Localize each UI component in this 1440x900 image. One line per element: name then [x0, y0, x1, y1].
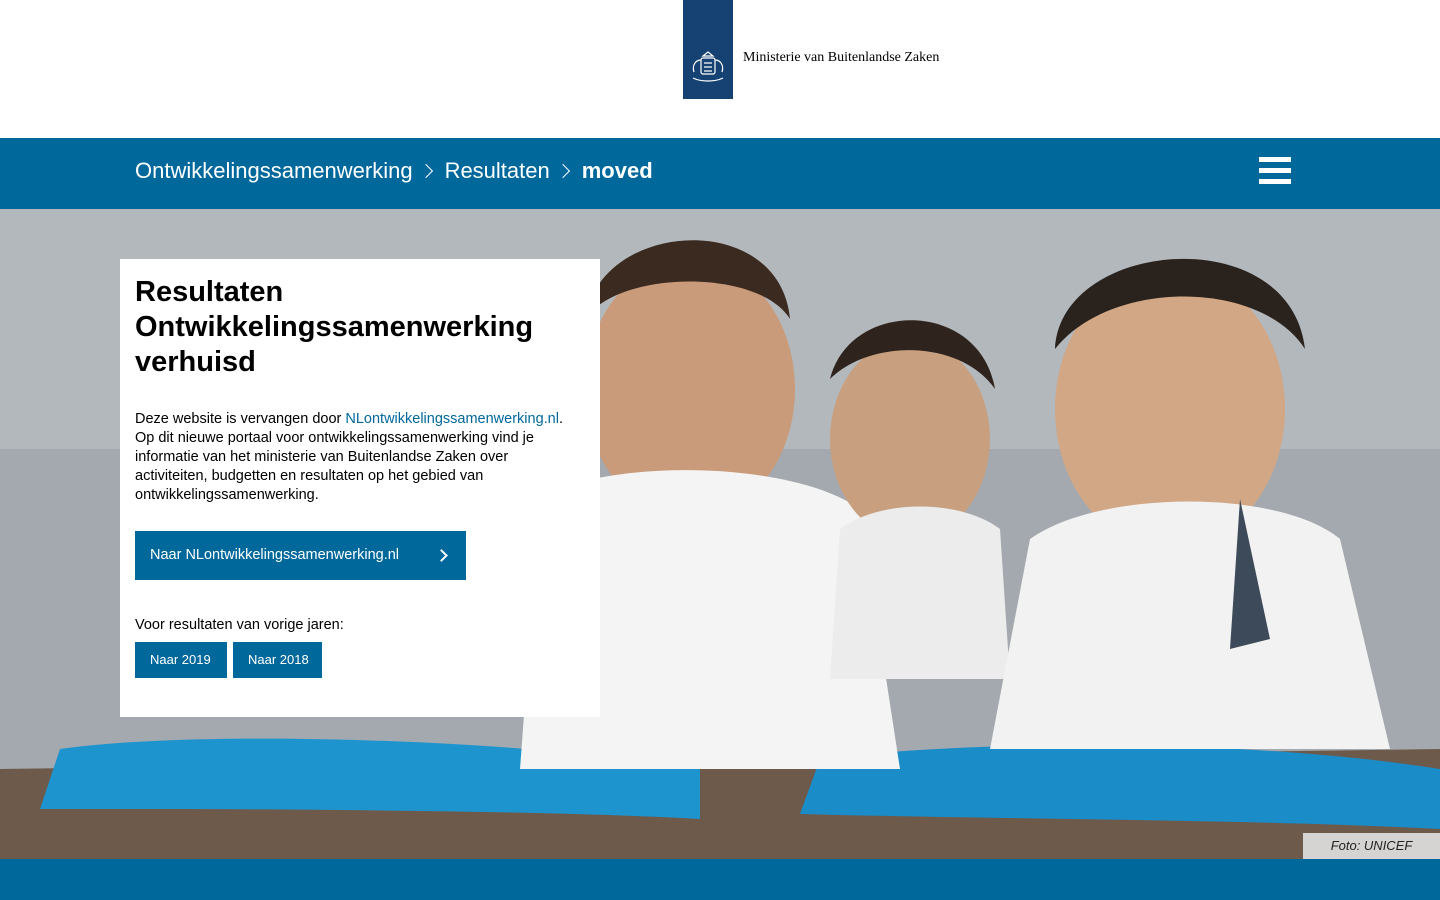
page-title: Resultaten Ontwikkelingssamenwerking ver…: [135, 276, 534, 378]
year-2019-button[interactable]: Naar 2019: [135, 642, 227, 678]
breadcrumb-ontwikkelingssamenwerking[interactable]: Ontwikkelingssamenwerking: [135, 158, 413, 184]
ministry-name[interactable]: Ministerie van Buitenlandse Zaken: [743, 50, 939, 66]
chevron-right-icon: [418, 163, 433, 179]
intro-link[interactable]: NLontwikkelingssamenwerking.nl: [345, 411, 559, 427]
hamburger-menu-icon[interactable]: [1259, 157, 1291, 187]
chevron-right-icon: [435, 549, 448, 562]
site-header: Ministerie van Buitenlandse Zaken: [0, 0, 1440, 138]
chevron-right-icon: [555, 163, 570, 179]
photo-credit: Foto: UNICEF: [1303, 833, 1440, 859]
goto-portal-button[interactable]: Naar NLontwikkelingssamenwerking.nl: [135, 531, 466, 580]
intro-text: Deze website is vervangen door NLontwikk…: [135, 410, 580, 505]
moved-notice-card: Resultaten Ontwikkelingssamenwerking ver…: [120, 259, 600, 717]
previous-years-label: Voor resultaten van vorige jaren:: [135, 617, 344, 633]
breadcrumb-resultaten[interactable]: Resultaten: [445, 158, 550, 184]
year-2018-button[interactable]: Naar 2018: [233, 642, 322, 678]
coat-of-arms-icon: [692, 51, 724, 82]
breadcrumb-current: moved: [581, 158, 653, 183]
breadcrumb: Ontwikkelingssamenwerking Resultaten mov…: [135, 158, 653, 184]
main-navbar: Ontwikkelingssamenwerking Resultaten mov…: [0, 138, 1440, 209]
intro-prefix: Deze website is vervangen door: [135, 411, 346, 427]
rijksoverheid-logo[interactable]: [683, 0, 733, 99]
site-footer: [0, 859, 1440, 900]
goto-portal-label: Naar NLontwikkelingssamenwerking.nl: [150, 547, 400, 563]
